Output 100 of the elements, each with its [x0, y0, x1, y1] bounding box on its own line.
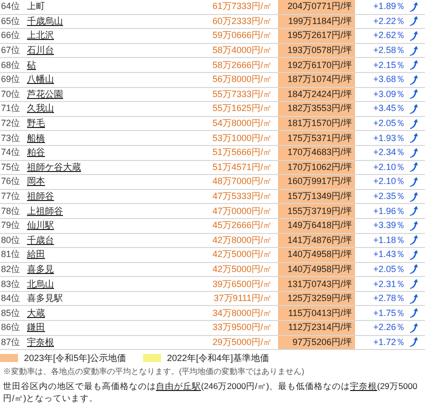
area-link[interactable]: 千歳烏山: [27, 16, 177, 26]
change-rate-cell-text: +1.75％: [372, 308, 405, 318]
rank-cell-text: 74位: [0, 148, 22, 158]
trend-up-icon: [409, 133, 418, 144]
trend-up-icon: [409, 250, 418, 260]
change-rate-cell-text: +1.96％: [372, 206, 405, 216]
price-per-sqm-cell-text: 42万5000円/㎡: [211, 264, 272, 274]
area-link[interactable]: 大蔵: [27, 308, 177, 318]
price-per-sqm-cell-text: 60万2333円/㎡: [211, 16, 272, 26]
price-per-tsubo-cell: 195万2617円/坪: [278, 29, 355, 43]
rank-cell-text: 75位: [0, 162, 22, 172]
area-link[interactable]: 宇奈根: [27, 338, 177, 347]
trend-up-icon: [409, 322, 418, 333]
area-link[interactable]: 祖師ケ谷大蔵: [27, 162, 177, 172]
legend-label: 2023年[令和5年]公示地価: [24, 352, 126, 365]
trend-up-icon: [409, 206, 418, 216]
area-link[interactable]: 北烏山: [27, 280, 177, 289]
trend-up-icon: [409, 192, 418, 202]
price-per-sqm-cell-text: 48万7000円/㎡: [211, 177, 272, 186]
area-link[interactable]: 鎌田: [27, 323, 177, 332]
lowest-area-link[interactable]: 宇奈根: [350, 381, 378, 392]
price-per-sqm-cell-text: 54万8000円/㎡: [211, 119, 272, 128]
price-per-tsubo-cell: 149万6418円/坪: [278, 218, 355, 232]
area-link[interactable]: 船橋: [27, 134, 177, 143]
price-per-tsubo-cell: 157万1349円/坪: [278, 190, 355, 204]
change-rate-cell-text: +2.10％: [372, 177, 405, 186]
change-rate-cell-text: +2.22％: [372, 16, 405, 26]
rank-cell-text: 80位: [0, 236, 22, 245]
rank-cell-text: 81位: [0, 250, 22, 260]
area-link[interactable]: 久我山: [27, 104, 177, 114]
trend-up-icon: [409, 89, 418, 100]
change-rate-cell-text: +3.45％: [372, 104, 405, 114]
price-per-tsubo-cell: 192万6170円/坪: [278, 58, 355, 72]
change-rate-cell-text: +3.09％: [372, 90, 405, 99]
change-rate-cell-text: +1.89％: [372, 2, 405, 12]
rank-cell-text: 66位: [0, 31, 22, 40]
rank-cell-text: 65位: [0, 16, 22, 26]
change-rate-cell-text: +1.72％: [372, 338, 405, 347]
rank-cell-text: 67位: [0, 46, 22, 56]
area-link[interactable]: 石川台: [27, 46, 177, 56]
price-per-tsubo-cell: 193万0578円/坪: [278, 44, 355, 58]
area-link[interactable]: 給田: [27, 250, 177, 260]
change-rate-cell-text: +2.34％: [372, 148, 405, 158]
price-per-sqm-cell-text: 53万1000円/㎡: [211, 134, 272, 143]
area-link[interactable]: 野毛: [27, 119, 177, 128]
change-rate-cell-text: +2.31％: [372, 280, 405, 289]
price-per-tsubo-cell: 175万5371円/坪: [278, 131, 355, 145]
area-link[interactable]: 上北沢: [27, 31, 177, 40]
change-rate-cell-text: +2.10％: [372, 162, 405, 172]
trend-up-icon: [409, 104, 418, 114]
price-per-tsubo-cell: 187万1074円/坪: [278, 72, 355, 87]
price-per-sqm-cell-text: 59万0666円/㎡: [211, 31, 272, 40]
change-rate-cell-text: +2.26％: [372, 323, 405, 332]
rank-cell-text: 86位: [0, 323, 22, 332]
area-link[interactable]: 仙川駅: [27, 221, 177, 230]
change-rate-cell-text: +2.58％: [372, 46, 405, 56]
change-rate-cell-text: +2.62％: [372, 31, 405, 40]
price-per-tsubo-cell: 140万4958円/坪: [278, 248, 355, 262]
rank-cell-text: 82位: [0, 264, 22, 274]
area-link[interactable]: 岡本: [27, 177, 177, 186]
price-per-sqm-cell-text: 51万4571円/㎡: [211, 162, 272, 172]
price-per-sqm-cell-text: 45万2666円/㎡: [211, 221, 272, 230]
rank-cell-text: 87位: [0, 338, 22, 347]
note-text: ※変動率は、各地点の変動率の平均となります。(平均地価の変動率ではありません): [2, 366, 306, 378]
price-per-sqm-cell-text: 47万5333円/㎡: [211, 192, 272, 202]
area-link[interactable]: 喜多見: [27, 264, 177, 274]
price-per-sqm-cell-text: 55万7333円/㎡: [211, 90, 272, 99]
area-link[interactable]: 芦花公園: [27, 90, 177, 99]
price-per-tsubo-cell: 160万9917円/坪: [278, 175, 355, 189]
area-link[interactable]: 粕谷: [27, 148, 177, 158]
trend-up-icon: [409, 46, 418, 56]
change-rate-cell-text: +2.78％: [372, 294, 405, 304]
price-per-tsubo-cell: 184万2424円/坪: [278, 88, 355, 102]
price-per-sqm-cell-text: 42万5000円/㎡: [211, 250, 272, 260]
price-per-sqm-cell-text: 37万9111円/㎡: [212, 294, 272, 304]
price-per-sqm-cell-text: 51万5666円/㎡: [211, 148, 272, 158]
price-per-sqm-cell-text: 56万8000円/㎡: [211, 75, 272, 84]
change-rate-cell-text: +1.18％: [372, 236, 405, 245]
rank-cell-text: 76位: [0, 177, 22, 186]
highest-area-link[interactable]: 自由が丘駅: [156, 381, 201, 392]
rank-cell-text: 68位: [0, 60, 22, 70]
area-link[interactable]: 砧: [27, 60, 177, 70]
area-link[interactable]: 八幡山: [27, 75, 177, 84]
area-link[interactable]: 祖師谷: [27, 192, 177, 202]
price-per-sqm-cell-text: 29万5000円/㎡: [211, 338, 272, 347]
change-rate-cell-text: +3.39％: [372, 221, 405, 230]
area-link[interactable]: 上祖師谷: [27, 206, 177, 216]
trend-up-icon: [409, 118, 418, 129]
rank-cell-text: 71位: [0, 104, 22, 114]
price-per-sqm-cell-text: 58万2666円/㎡: [211, 60, 272, 70]
change-rate-cell-text: +3.68％: [372, 75, 405, 84]
area-link[interactable]: 千歳台: [27, 236, 177, 245]
area-name: 喜多見駅: [27, 294, 64, 304]
trend-up-icon: [409, 2, 418, 12]
trend-up-icon: [409, 30, 418, 41]
change-rate-cell-text: +1.43％: [372, 250, 405, 260]
change-rate-cell-text: +2.05％: [372, 119, 405, 128]
trend-up-icon: [409, 220, 418, 231]
price-per-tsubo-cell: 170万1062円/坪: [278, 160, 355, 174]
change-rate-cell-text: +1.93％: [372, 134, 405, 143]
